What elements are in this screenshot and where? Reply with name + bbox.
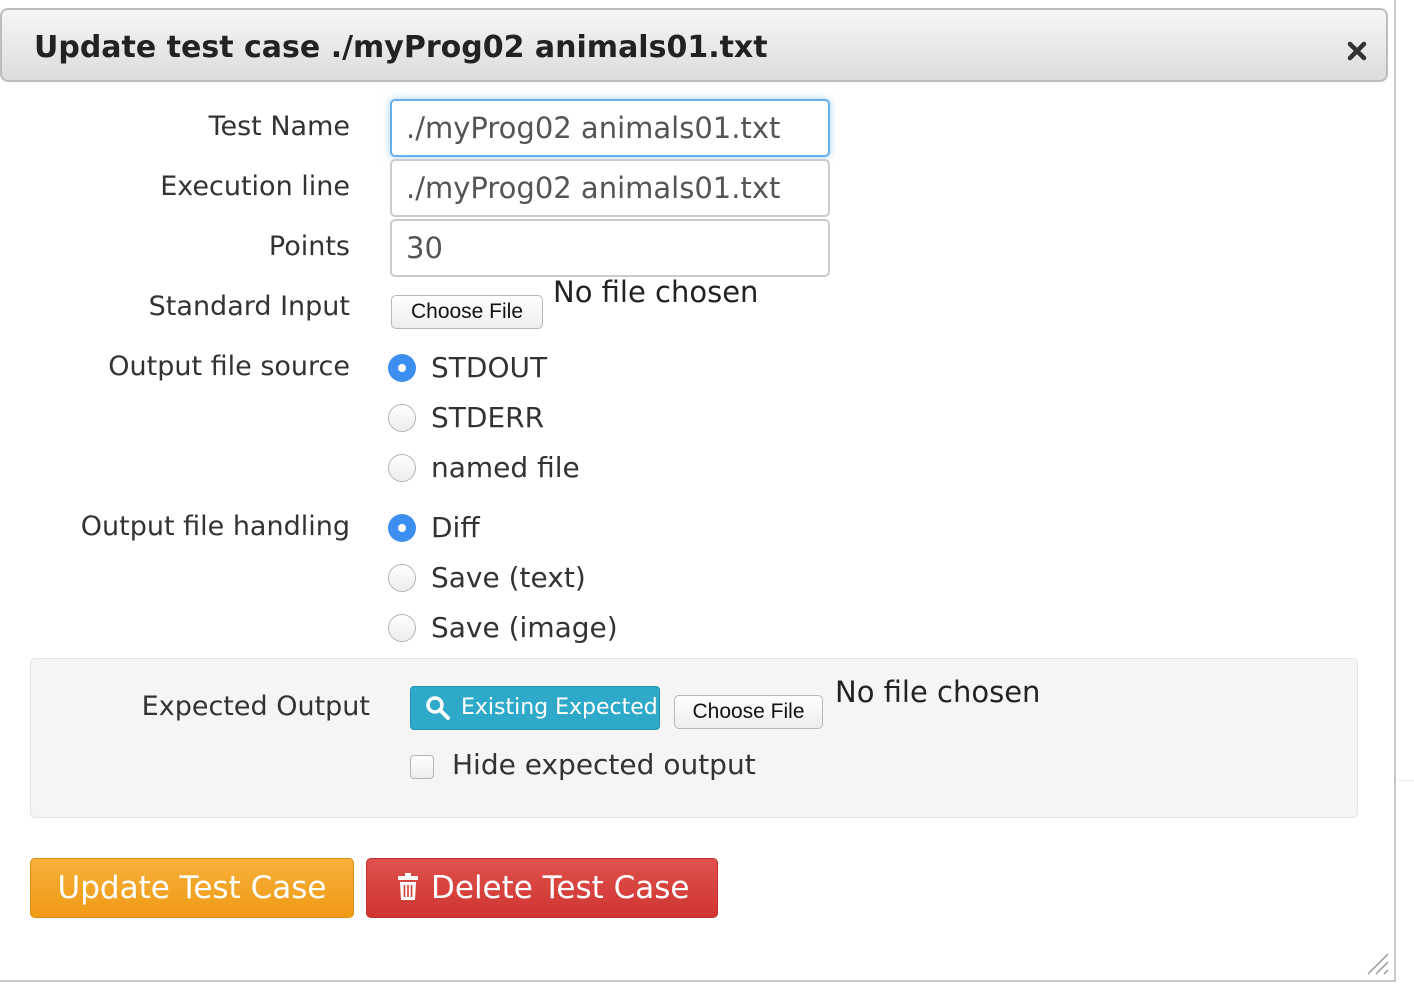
hide-expected-output-label[interactable]: Hide expected output bbox=[452, 748, 756, 781]
expected-output-panel bbox=[30, 658, 1358, 818]
standard-input-file-status: No file chosen bbox=[553, 275, 759, 309]
output-handling-diff-label: Diff bbox=[431, 511, 480, 544]
output-source-named-file-label: named file bbox=[431, 451, 580, 484]
output-source-label: Output file source bbox=[108, 351, 350, 382]
output-handling-save-image-radio[interactable] bbox=[388, 614, 416, 642]
expected-output-label: Expected Output bbox=[141, 691, 370, 722]
search-icon bbox=[426, 696, 450, 720]
trash-icon bbox=[398, 873, 418, 900]
existing-expected-label: Existing Expected bbox=[461, 695, 658, 720]
points-input[interactable]: 30 bbox=[390, 219, 830, 277]
output-handling-label: Output file handling bbox=[80, 511, 350, 542]
output-handling-save-text-label: Save (text) bbox=[431, 561, 586, 594]
close-icon[interactable] bbox=[1344, 38, 1370, 64]
test-name-label: Test Name bbox=[208, 111, 350, 142]
standard-input-choose-file-button[interactable]: Choose File bbox=[391, 295, 543, 329]
output-handling-diff-radio[interactable] bbox=[388, 514, 416, 542]
output-handling-save-text-radio[interactable] bbox=[388, 564, 416, 592]
standard-input-label: Standard Input bbox=[148, 291, 350, 322]
output-source-named-file-radio[interactable] bbox=[388, 454, 416, 482]
output-source-stdout-radio[interactable] bbox=[388, 354, 416, 382]
delete-test-case-button[interactable]: Delete Test Case bbox=[366, 858, 718, 918]
output-source-stdout-label: STDOUT bbox=[431, 351, 548, 384]
delete-test-case-label: Delete Test Case bbox=[431, 870, 690, 906]
output-source-stderr-radio[interactable] bbox=[388, 404, 416, 432]
existing-expected-button[interactable]: Existing Expected bbox=[410, 686, 660, 730]
update-test-case-button[interactable]: Update Test Case bbox=[30, 858, 354, 918]
execution-line-input[interactable]: ./myProg02 animals01.txt bbox=[390, 159, 830, 217]
resize-handle-icon[interactable] bbox=[1362, 948, 1390, 976]
hide-expected-output-checkbox[interactable] bbox=[410, 755, 434, 779]
expected-output-file-status: No file chosen bbox=[835, 675, 1041, 709]
dialog-titlebar[interactable]: Update test case ./myProg02 animals01.tx… bbox=[0, 8, 1388, 82]
output-handling-save-image-label: Save (image) bbox=[431, 611, 618, 644]
test-name-input[interactable]: ./myProg02 animals01.txt bbox=[390, 99, 830, 157]
background-page-edge bbox=[1398, 0, 1414, 984]
update-test-case-dialog: Update test case ./myProg02 animals01.tx… bbox=[0, 0, 1396, 982]
execution-line-label: Execution line bbox=[160, 171, 350, 202]
expected-output-choose-file-button[interactable]: Choose File bbox=[674, 695, 823, 729]
dialog-title: Update test case ./myProg02 animals01.tx… bbox=[34, 30, 768, 65]
points-label: Points bbox=[268, 231, 350, 262]
output-source-stderr-label: STDERR bbox=[431, 401, 545, 434]
